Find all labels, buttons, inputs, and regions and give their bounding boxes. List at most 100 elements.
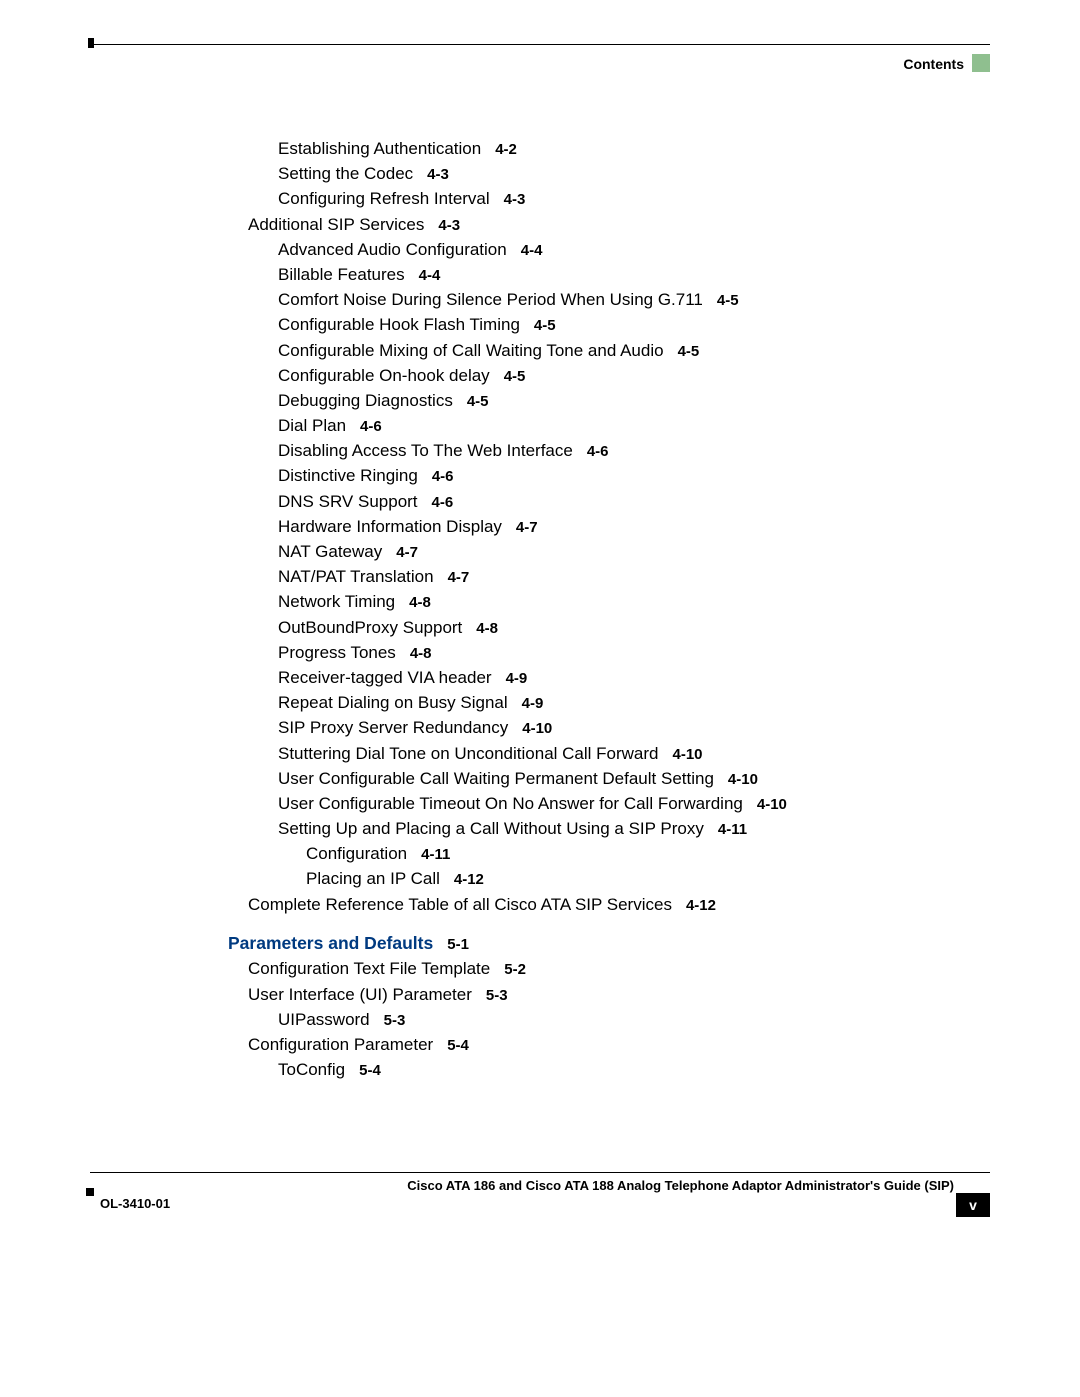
toc-title[interactable]: Configurable Mixing of Call Waiting Tone… xyxy=(278,341,664,360)
toc-page-ref: 4-7 xyxy=(448,569,470,586)
toc-title[interactable]: Distinctive Ringing xyxy=(278,466,418,485)
toc-row: Stuttering Dial Tone on Unconditional Ca… xyxy=(228,745,1008,762)
toc-row: Complete Reference Table of all Cisco AT… xyxy=(228,896,1008,913)
toc-row: Configuring Refresh Interval 4-3 xyxy=(228,190,1008,207)
toc-title[interactable]: Disabling Access To The Web Interface xyxy=(278,441,573,460)
toc-row: Dial Plan4-6 xyxy=(228,417,1008,434)
toc-page-ref: 4-10 xyxy=(522,720,552,737)
header-decorative-square xyxy=(972,54,990,72)
toc-title[interactable]: ToConfig xyxy=(278,1060,345,1079)
toc-page-ref: 4-9 xyxy=(522,695,544,712)
toc-page-ref: 4-5 xyxy=(534,317,556,334)
toc-page-ref: 4-5 xyxy=(504,368,526,385)
header-section-label: Contents xyxy=(903,56,964,72)
toc-row: UIPassword 5-3 xyxy=(228,1011,1008,1028)
toc-row: Setting the Codec 4-3 xyxy=(228,165,1008,182)
toc-row: Establishing Authentication 4-2 xyxy=(228,140,1008,157)
toc-page-ref: 4-2 xyxy=(495,141,517,158)
toc-row: Setting Up and Placing a Call Without Us… xyxy=(228,820,1008,837)
toc-row: OutBoundProxy Support4-8 xyxy=(228,619,1008,636)
toc-row: User Configurable Call Waiting Permanent… xyxy=(228,770,1008,787)
toc-title[interactable]: Billable Features xyxy=(278,265,405,284)
toc-title[interactable]: Configuration Parameter xyxy=(248,1035,433,1054)
toc-title[interactable]: Configurable On-hook delay xyxy=(278,366,490,385)
toc-title[interactable]: OutBoundProxy Support xyxy=(278,618,462,637)
toc-title[interactable]: Configuring Refresh Interval xyxy=(278,189,490,208)
toc-title[interactable]: Network Timing xyxy=(278,592,395,611)
toc-title[interactable]: DNS SRV Support xyxy=(278,492,418,511)
toc-title[interactable]: Advanced Audio Configuration xyxy=(278,240,507,259)
toc-page-ref: 4-10 xyxy=(757,796,787,813)
toc-title[interactable]: Establishing Authentication xyxy=(278,139,481,158)
toc-page-ref: 4-5 xyxy=(678,343,700,360)
toc-title[interactable]: User Configurable Timeout On No Answer f… xyxy=(278,794,743,813)
toc-page-ref: 4-6 xyxy=(432,494,454,511)
toc-page-ref: 4-4 xyxy=(419,267,441,284)
toc-chapter-row: Parameters and Defaults 5-1 xyxy=(228,935,1008,953)
footer-page-number: v xyxy=(956,1193,990,1217)
toc-title[interactable]: NAT Gateway xyxy=(278,542,382,561)
toc-row: Network Timing4-8 xyxy=(228,593,1008,610)
toc-page-ref: 5-1 xyxy=(447,936,469,953)
toc-title[interactable]: Additional SIP Services xyxy=(248,215,424,234)
top-rule xyxy=(90,44,990,45)
toc-page-ref: 4-12 xyxy=(686,897,716,914)
toc-title[interactable]: Debugging Diagnostics xyxy=(278,391,453,410)
toc-page-ref: 4-10 xyxy=(728,771,758,788)
toc-row: Billable Features 4-4 xyxy=(228,266,1008,283)
toc-row: Additional SIP Services4-3 xyxy=(228,216,1008,233)
toc-row: DNS SRV Support 4-6 xyxy=(228,493,1008,510)
toc-page-ref: 4-9 xyxy=(506,670,528,687)
toc-page-ref: 4-5 xyxy=(717,292,739,309)
top-left-mark xyxy=(88,38,94,48)
toc-row: User Configurable Timeout On No Answer f… xyxy=(228,795,1008,812)
toc-title[interactable]: Setting Up and Placing a Call Without Us… xyxy=(278,819,704,838)
toc-page-ref: 4-10 xyxy=(673,746,703,763)
toc-row: Configuration Text File Template 5-2 xyxy=(228,960,1008,977)
toc-row: Configuration Parameter 5-4 xyxy=(228,1036,1008,1053)
footer-doc-id: OL-3410-01 xyxy=(100,1196,170,1211)
toc-title[interactable]: Configuration Text File Template xyxy=(248,959,490,978)
toc-page-ref: 4-4 xyxy=(521,242,543,259)
toc-chapter-title[interactable]: Parameters and Defaults xyxy=(228,933,433,953)
toc-page-ref: 4-6 xyxy=(587,443,609,460)
toc-page-ref: 5-4 xyxy=(359,1062,381,1079)
toc-page-ref: 5-4 xyxy=(447,1037,469,1054)
toc-container: Establishing Authentication 4-2 Setting th… xyxy=(228,140,1008,1086)
toc-title[interactable]: Configuration xyxy=(306,844,407,863)
toc-row: Placing an IP Call4-12 xyxy=(228,870,1008,887)
toc-page-ref: 5-3 xyxy=(384,1012,406,1029)
toc-page-ref: 4-3 xyxy=(504,191,526,208)
toc-title[interactable]: NAT/PAT Translation xyxy=(278,567,434,586)
toc-title[interactable]: Complete Reference Table of all Cisco AT… xyxy=(248,895,672,914)
toc-page-ref: 4-5 xyxy=(467,393,489,410)
footer-rule xyxy=(90,1172,990,1173)
footer-left-mark xyxy=(86,1188,94,1196)
toc-title[interactable]: Dial Plan xyxy=(278,416,346,435)
toc-row: Configurable Mixing of Call Waiting Tone… xyxy=(228,342,1008,359)
toc-page-ref: 4-3 xyxy=(427,166,449,183)
toc-row: Receiver-tagged VIA header 4-9 xyxy=(228,669,1008,686)
toc-title[interactable]: Configurable Hook Flash Timing xyxy=(278,315,520,334)
toc-row: Configurable On-hook delay 4-5 xyxy=(228,367,1008,384)
toc-row: Configurable Hook Flash Timing 4-5 xyxy=(228,316,1008,333)
toc-row: ToConfig 5-4 xyxy=(228,1061,1008,1078)
toc-title[interactable]: Comfort Noise During Silence Period When… xyxy=(278,290,703,309)
toc-title[interactable]: User Configurable Call Waiting Permanent… xyxy=(278,769,714,788)
toc-title[interactable]: Receiver-tagged VIA header xyxy=(278,668,492,687)
toc-row: Comfort Noise During Silence Period When… xyxy=(228,291,1008,308)
toc-title[interactable]: Repeat Dialing on Busy Signal xyxy=(278,693,508,712)
toc-row: Debugging Diagnostics 4-5 xyxy=(228,392,1008,409)
toc-title[interactable]: Hardware Information Display xyxy=(278,517,502,536)
toc-page-ref: 4-7 xyxy=(396,544,418,561)
toc-title[interactable]: Progress Tones xyxy=(278,643,396,662)
toc-page-ref: 4-6 xyxy=(432,468,454,485)
toc-title[interactable]: Setting the Codec xyxy=(278,164,413,183)
toc-title[interactable]: UIPassword xyxy=(278,1010,370,1029)
toc-title[interactable]: Stuttering Dial Tone on Unconditional Ca… xyxy=(278,744,659,763)
toc-title[interactable]: Placing an IP Call xyxy=(306,869,440,888)
toc-row: SIP Proxy Server Redundancy 4-10 xyxy=(228,719,1008,736)
toc-title[interactable]: User Interface (UI) Parameter xyxy=(248,985,472,1004)
toc-title[interactable]: SIP Proxy Server Redundancy xyxy=(278,718,508,737)
toc-page-ref: 5-2 xyxy=(504,961,526,978)
